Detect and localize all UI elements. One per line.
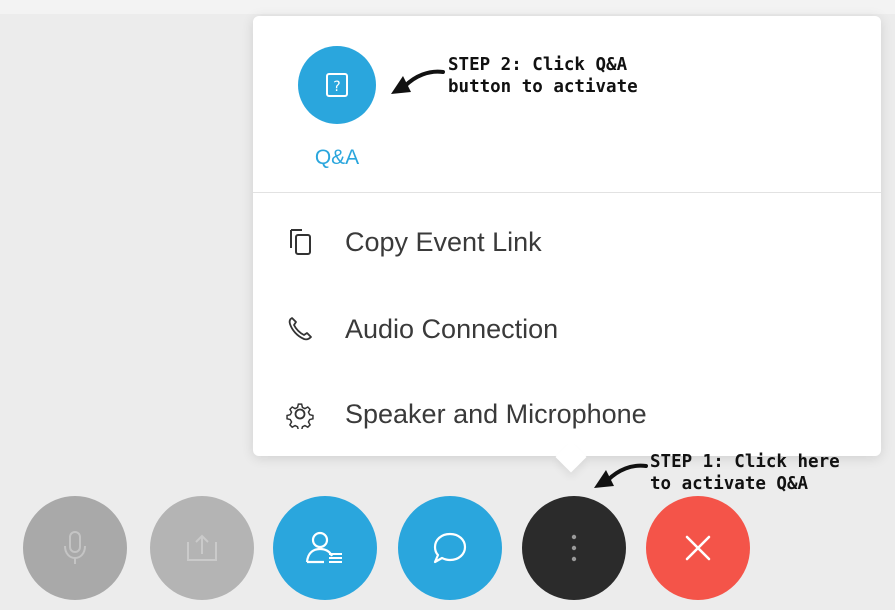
qa-button[interactable]: ?: [298, 46, 376, 124]
menu-item-copy-event-link[interactable]: Copy Event Link: [253, 210, 881, 274]
participants-button[interactable]: [273, 496, 377, 600]
share-button[interactable]: [150, 496, 254, 600]
copy-icon: [283, 225, 317, 259]
menu-item-audio-connection[interactable]: Audio Connection: [253, 297, 881, 361]
svg-text:?: ?: [333, 79, 340, 95]
chat-button[interactable]: [398, 496, 502, 600]
window-top-strip: [0, 0, 895, 14]
participants-icon: [305, 531, 342, 564]
annotation-arrow-step2: [391, 69, 445, 94]
qa-button-label[interactable]: Q&A: [297, 146, 377, 170]
menu-item-label: Audio Connection: [345, 313, 559, 344]
phone-icon: [283, 312, 317, 346]
menu-item-speaker-and-microphone[interactable]: Speaker and Microphone: [253, 382, 881, 446]
share-icon: [187, 534, 217, 561]
leave-button[interactable]: [646, 496, 750, 600]
mute-button[interactable]: [23, 496, 127, 600]
gear-icon: [283, 397, 317, 431]
menu-item-label: Copy Event Link: [345, 226, 542, 257]
popup-divider: [253, 192, 881, 193]
close-x-icon: [685, 535, 711, 561]
more-options-button[interactable]: [522, 496, 626, 600]
menu-item-label: Speaker and Microphone: [345, 398, 647, 429]
chat-bubble-icon: [433, 532, 467, 564]
annotation-step1: STEP 1: Click here to activate Q&A: [650, 452, 840, 494]
more-dots-icon: [571, 534, 577, 562]
qa-section: ? Q&A: [253, 16, 881, 192]
annotation-arrow-step1: [594, 463, 648, 488]
microphone-icon: [64, 531, 86, 564]
annotation-step2: STEP 2: Click Q&A button to activate: [448, 55, 638, 97]
question-box-icon: ?: [326, 73, 348, 97]
